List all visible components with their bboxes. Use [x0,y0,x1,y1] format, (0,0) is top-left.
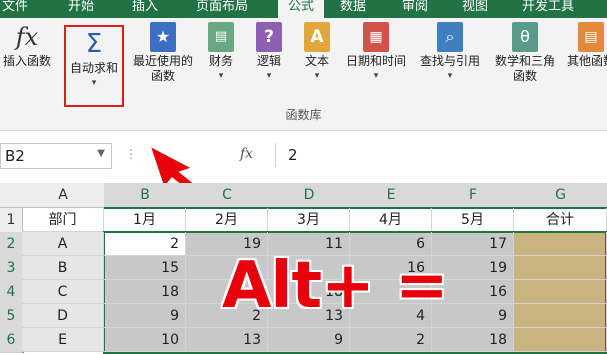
formula-bar: B2 ▼ ⋮ fx 2 [0,131,607,175]
insert-function-button[interactable]: fx 插入函数 [0,22,54,69]
column-header-a[interactable]: A [22,183,105,208]
autosum-button[interactable]: Σ 自动求和 ▾ [64,25,124,107]
cell-a3[interactable]: B [22,256,104,280]
tab-page-layout[interactable]: 页面布局 [196,0,258,18]
tab-data[interactable]: 数据 [340,0,374,18]
cell-c1[interactable]: 2月 [186,208,268,232]
calendar-icon: ▦ [363,22,389,52]
cell-a5[interactable]: D [22,304,104,328]
chevron-down-icon: ▼ [97,148,105,159]
cell-a2[interactable]: A [22,232,104,256]
cell-f6[interactable]: 18 [432,328,514,352]
name-box[interactable]: B2 ▼ [0,143,112,169]
star-icon: ★ [150,22,176,52]
text-button[interactable]: A 文本 ▾ [296,22,338,84]
lookup-reference-label: 查找与引用 [419,54,480,68]
fx-icon[interactable]: fx [240,146,253,162]
column-header-g[interactable]: G [514,183,607,209]
row-header-1[interactable]: 1 [0,208,23,233]
fx-icon: fx [15,23,39,51]
select-all-corner[interactable] [0,183,23,208]
recently-used-label: 最近使用的函数 [132,54,193,83]
question-icon: ? [256,22,282,52]
cell-e6[interactable]: 2 [350,328,432,352]
tab-formulas[interactable]: 公式 [278,0,324,18]
date-time-label: 日期和时间 [345,54,406,68]
column-header-d[interactable]: D [268,183,351,209]
cell-a1[interactable]: 部门 [22,208,104,232]
tab-insert[interactable]: 插入 [132,0,166,18]
chevron-down-icon: ▾ [447,71,453,81]
row-header-4[interactable]: 4 [0,280,24,305]
cell-b5[interactable]: 9 [104,304,186,328]
lookup-reference-button[interactable]: ⌕ 查找与引用 ▾ [414,22,486,84]
cell-b1[interactable]: 1月 [104,208,186,232]
shortcut-overlay-text: Alt+ = [222,249,449,323]
cell-f1[interactable]: 5月 [432,208,514,232]
column-header-b[interactable]: B [104,183,187,209]
more-functions-icon: ▤ [578,22,604,52]
row-header-6[interactable]: 6 [0,328,24,353]
autosum-icon: Σ [85,29,103,59]
tab-file[interactable]: 文件 [2,0,36,18]
coins-icon: ▤ [208,22,234,52]
autosum-label: 自动求和 [69,61,118,75]
chevron-down-icon: ▾ [91,78,97,88]
financial-label: 财务 [208,54,233,68]
cell-c6[interactable]: 13 [186,328,268,352]
text-label: 文本 [304,54,329,68]
cell-b6[interactable]: 10 [104,328,186,352]
cell-g1[interactable]: 合计 [514,208,607,232]
cell-g2[interactable] [514,232,607,256]
row-header-2[interactable]: 2 [0,232,24,257]
row-header-5[interactable]: 5 [0,304,24,329]
recently-used-button[interactable]: ★ 最近使用的函数 [128,22,198,84]
column-header-c[interactable]: C [186,183,269,209]
chevron-down-icon: ▾ [266,71,272,81]
ribbon-tab-bar: 文件 开始 插入 页面布局 公式 数据 审阅 视图 开发工具 [0,0,607,18]
tab-review[interactable]: 审阅 [402,0,436,18]
cell-b2[interactable]: 2 [104,232,186,256]
date-time-button[interactable]: ▦ 日期和时间 ▾ [340,22,412,84]
financial-button[interactable]: ▤ 财务 ▾ [200,22,242,84]
logical-button[interactable]: ? 逻辑 ▾ [248,22,290,84]
chevron-down-icon: ▾ [373,71,379,81]
cell-a4[interactable]: C [22,280,104,304]
chevron-down-icon: ▾ [314,71,320,81]
cell-d6[interactable]: 9 [268,328,350,352]
text-icon: A [304,22,330,52]
ribbon: fx 插入函数 Σ 自动求和 ▾ ★ 最近使用的函数 ▤ 财务 ▾ ? 逻辑 ▾… [0,18,607,131]
cell-g5[interactable] [514,304,607,328]
theta-icon: θ [512,22,538,52]
logical-label: 逻辑 [256,54,281,68]
name-box-value: B2 [5,147,25,165]
cell-g3[interactable] [514,256,607,280]
insert-function-label: 插入函数 [2,54,51,68]
tab-developer[interactable]: 开发工具 [522,0,586,18]
chevron-down-icon: ▾ [218,71,224,81]
cell-e1[interactable]: 4月 [350,208,432,232]
math-trig-button[interactable]: θ 数学和三角函数 [494,22,556,84]
cell-a6[interactable]: E [22,328,104,352]
group-label-function-library: 函数库 [285,108,322,122]
tab-view[interactable]: 视图 [462,0,496,18]
cell-b4[interactable]: 18 [104,280,186,304]
cell-b3[interactable]: 15 [104,256,186,280]
lookup-icon: ⌕ [437,22,463,52]
cell-g6[interactable] [514,328,607,352]
row-header-3[interactable]: 3 [0,256,24,281]
column-header-f[interactable]: F [432,183,515,209]
formula-value: 2 [288,146,298,164]
cell-d1[interactable]: 3月 [268,208,350,232]
column-header-e[interactable]: E [350,183,433,209]
more-functions-button[interactable]: ▤ 其他函数 [560,22,607,69]
tab-home[interactable]: 开始 [68,0,102,18]
more-functions-label: 其他函数 [566,54,607,68]
formula-input[interactable]: 2 [275,143,607,167]
cell-g4[interactable] [514,280,607,304]
math-trig-label: 数学和三角函数 [494,54,555,83]
vertical-dots-icon: ⋮ [125,147,137,161]
